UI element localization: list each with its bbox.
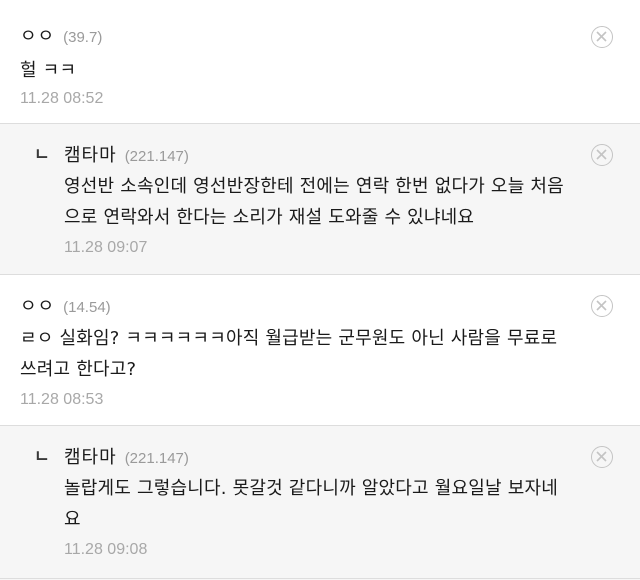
author-ip: (221.147): [124, 148, 189, 165]
comment-item: ㅇㅇ (39.7) 헐 ㅋㅋ 11.28 08:52: [0, 0, 640, 124]
comment-timestamp: 11.28 08:52: [20, 90, 104, 107]
reply-item: ㄴ 캠타마 (221.147) 놀랍게도 그렇습니다. 못갈것 같다니까 알았다…: [0, 426, 640, 580]
reply-text: 놀랍게도 그렇습니다. 못갈것 같다니까 알았다고 월요일날 보자네 요: [64, 473, 558, 535]
reply-text-line: 으로 연락와서 한다는 소리가 재설 도와줄 수 있냐네요: [64, 207, 475, 228]
reply-arrow-icon: ㄴ: [34, 447, 50, 467]
reply-text-line: 영선반 소속인데 영선반장한테 전에는 연락 한번 없다가 오늘 처음: [64, 176, 564, 197]
close-icon: [596, 149, 607, 160]
comment-text: 헐 ㅋㅋ: [20, 55, 76, 86]
reply-timestamp: 11.28 09:08: [64, 541, 148, 558]
author-nickname[interactable]: ㅇㅇ: [20, 22, 55, 48]
author-nickname[interactable]: 캠타마: [64, 141, 117, 167]
reply-item: ㄴ 캠타마 (221.147) 영선반 소속인데 영선반장한테 전에는 연락 한…: [0, 124, 640, 274]
close-icon: [596, 451, 607, 462]
delete-comment-button[interactable]: [591, 295, 613, 317]
reply-text: 영선반 소속인데 영선반장한테 전에는 연락 한번 없다가 오늘 처음 으로 연…: [64, 171, 564, 233]
comment-timestamp: 11.28 08:53: [20, 391, 104, 408]
comment-author: ㅇㅇ (14.54): [20, 292, 111, 318]
comment-list: ㅇㅇ (39.7) 헐 ㅋㅋ 11.28 08:52 ㄴ 캠타마 (221.14…: [0, 0, 640, 580]
close-icon: [596, 31, 607, 42]
reply-timestamp: 11.28 09:07: [64, 239, 148, 256]
reply-text-line: 요: [64, 509, 81, 530]
delete-reply-button[interactable]: [591, 446, 613, 468]
comment-text-line: 쓰려고 한다고?: [20, 359, 137, 380]
author-ip: (39.7): [63, 29, 103, 46]
comment-text: ㄹㅇ 실화임? ㅋㅋㅋㅋㅋㅋ아직 월급받는 군무원도 아닌 사람을 무료로 쓰려…: [20, 323, 557, 385]
divider: [0, 578, 640, 579]
comment-text-line: ㄹㅇ 실화임? ㅋㅋㅋㅋㅋㅋ아직 월급받는 군무원도 아닌 사람을 무료로: [20, 328, 558, 349]
comment-item: ㅇㅇ (14.54) ㄹㅇ 실화임? ㅋㅋㅋㅋㅋㅋ아직 월급받는 군무원도 아닌…: [0, 275, 640, 425]
author-ip: (221.147): [124, 450, 189, 467]
close-icon: [596, 300, 607, 311]
comment-author: ㅇㅇ (39.7): [20, 22, 102, 48]
author-nickname[interactable]: ㅇㅇ: [20, 292, 55, 318]
reply-author: 캠타마 (221.147): [64, 443, 189, 469]
reply-author: 캠타마 (221.147): [64, 141, 189, 167]
reply-arrow-icon: ㄴ: [34, 145, 50, 165]
author-ip: (14.54): [63, 299, 111, 316]
author-nickname[interactable]: 캠타마: [64, 443, 117, 469]
delete-reply-button[interactable]: [591, 144, 613, 166]
delete-comment-button[interactable]: [591, 26, 613, 48]
comment-text-line: 헐 ㅋㅋ: [20, 60, 77, 81]
reply-text-line: 놀랍게도 그렇습니다. 못갈것 같다니까 알았다고 월요일날 보자네: [64, 478, 558, 499]
